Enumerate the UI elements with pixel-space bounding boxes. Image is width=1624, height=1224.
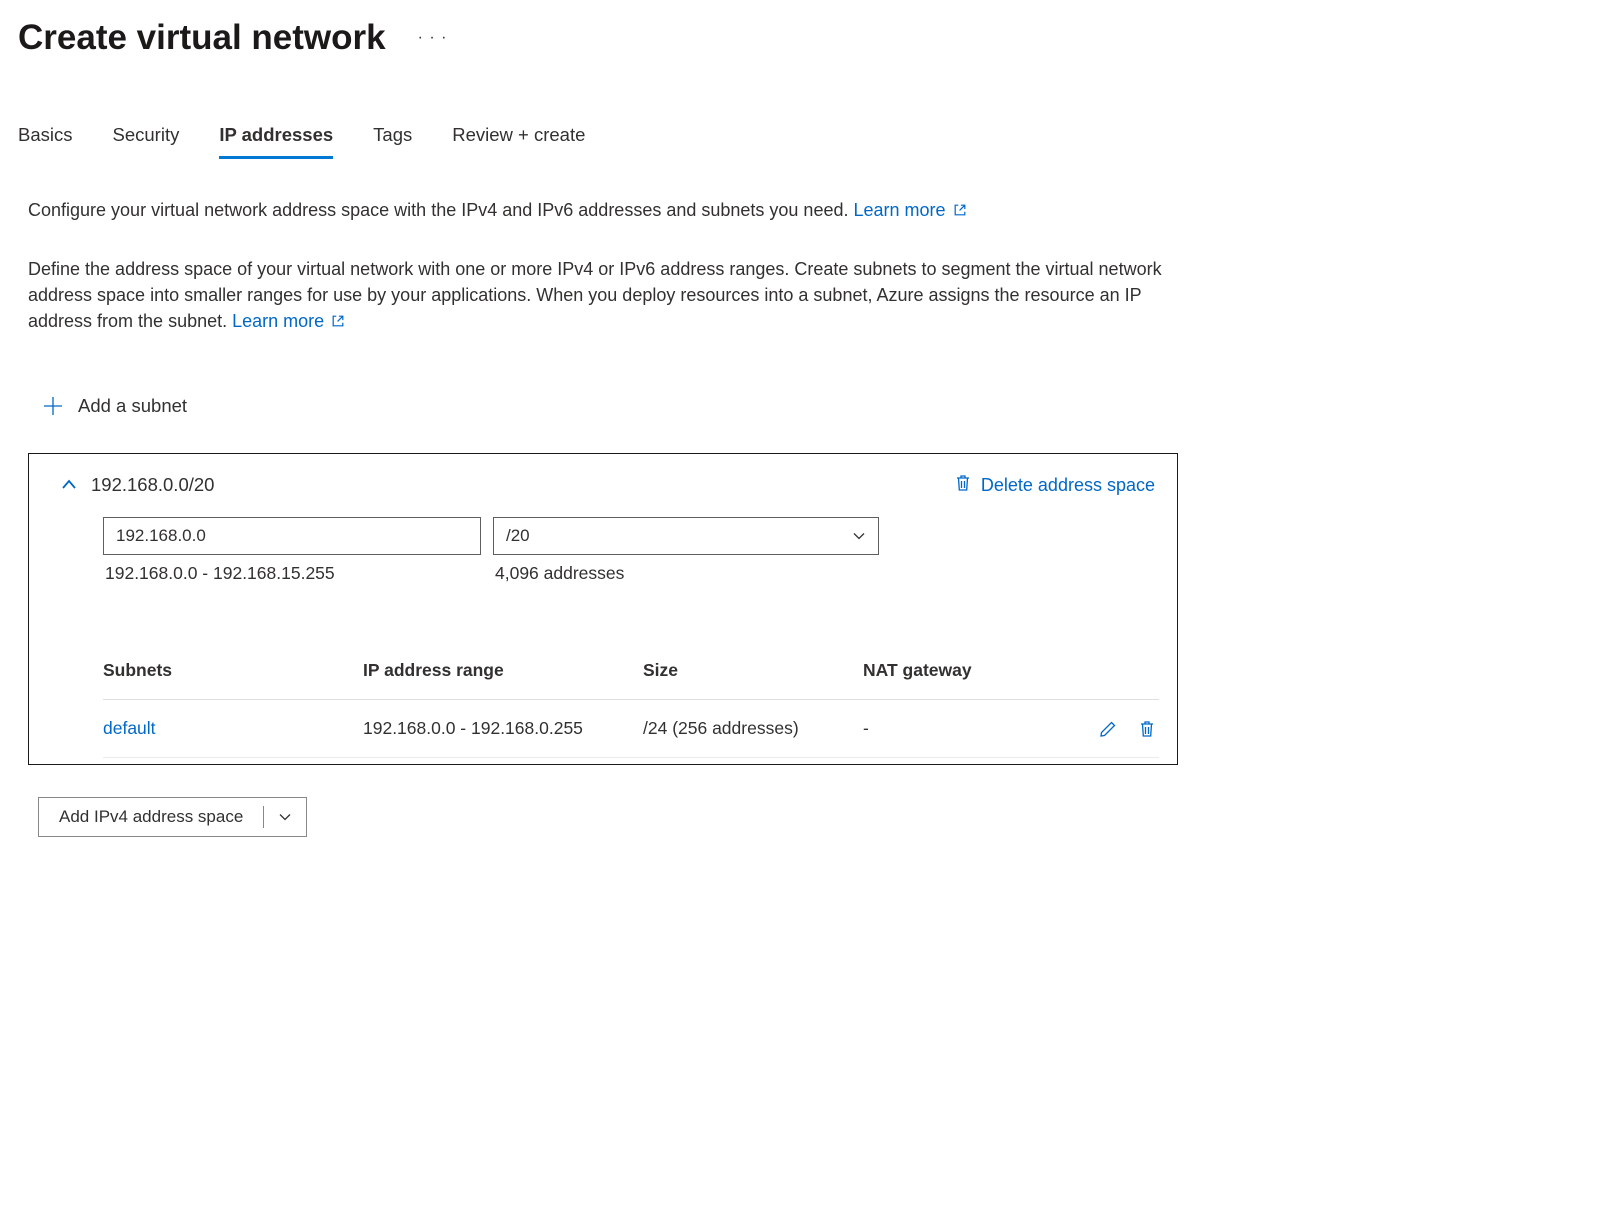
tab-security[interactable]: Security [113,118,180,159]
external-link-icon [331,309,345,335]
description-2-text: Define the address space of your virtual… [28,259,1162,331]
chevron-down-icon [852,526,866,546]
subnet-nat: - [863,718,1053,739]
tab-ip-addresses[interactable]: IP addresses [219,118,333,159]
tab-review-create[interactable]: Review + create [452,118,585,159]
plus-icon [42,395,64,417]
delete-address-space-label: Delete address space [981,475,1155,496]
ip-range-hint: 192.168.0.0 - 192.168.15.255 [103,563,481,584]
cidr-prefix-select[interactable]: /20 [493,517,879,555]
subnet-table: Subnets IP address range Size NAT gatewa… [47,642,1159,758]
trash-icon [955,474,971,497]
description-1-text: Configure your virtual network address s… [28,200,848,220]
subnet-table-header: Subnets IP address range Size NAT gatewa… [103,642,1159,700]
add-subnet-label: Add a subnet [78,395,187,417]
learn-more-label: Learn more [232,311,324,331]
add-ipv4-label: Add IPv4 address space [39,807,263,827]
learn-more-link-2[interactable]: Learn more [232,311,345,331]
cidr-value: /20 [506,526,530,546]
col-size: Size [643,660,863,681]
add-ipv4-address-space-button[interactable]: Add IPv4 address space [38,797,307,837]
more-actions-icon[interactable]: · · · [414,25,452,51]
address-space-title: 192.168.0.0/20 [91,474,214,496]
col-nat-gateway: NAT gateway [863,660,1053,681]
subnet-range: 192.168.0.0 - 192.168.0.255 [363,718,643,739]
trash-icon[interactable] [1139,720,1155,738]
wizard-tabs: Basics Security IP addresses Tags Review… [18,118,1606,159]
chevron-down-icon[interactable] [264,812,306,822]
ip-address-input[interactable] [103,517,481,555]
address-space-panel: 192.168.0.0/20 Delete address space /20 [28,453,1178,765]
page-title: Create virtual network [18,18,386,58]
table-row: default 192.168.0.0 - 192.168.0.255 /24 … [103,700,1159,758]
tab-tags[interactable]: Tags [373,118,412,159]
chevron-up-icon[interactable] [61,478,77,492]
learn-more-label: Learn more [854,200,946,220]
description-2: Define the address space of your virtual… [28,256,1178,335]
learn-more-link-1[interactable]: Learn more [854,200,967,220]
col-subnets: Subnets [103,660,363,681]
delete-address-space-button[interactable]: Delete address space [955,474,1159,497]
tab-basics[interactable]: Basics [18,118,73,159]
subnet-name-link[interactable]: default [103,718,363,739]
address-count-hint: 4,096 addresses [493,563,879,584]
edit-icon[interactable] [1099,720,1117,738]
external-link-icon [953,198,967,224]
col-ip-range: IP address range [363,660,643,681]
description-1: Configure your virtual network address s… [28,197,1178,224]
add-subnet-button[interactable]: Add a subnet [42,395,1178,417]
subnet-size: /24 (256 addresses) [643,718,863,739]
